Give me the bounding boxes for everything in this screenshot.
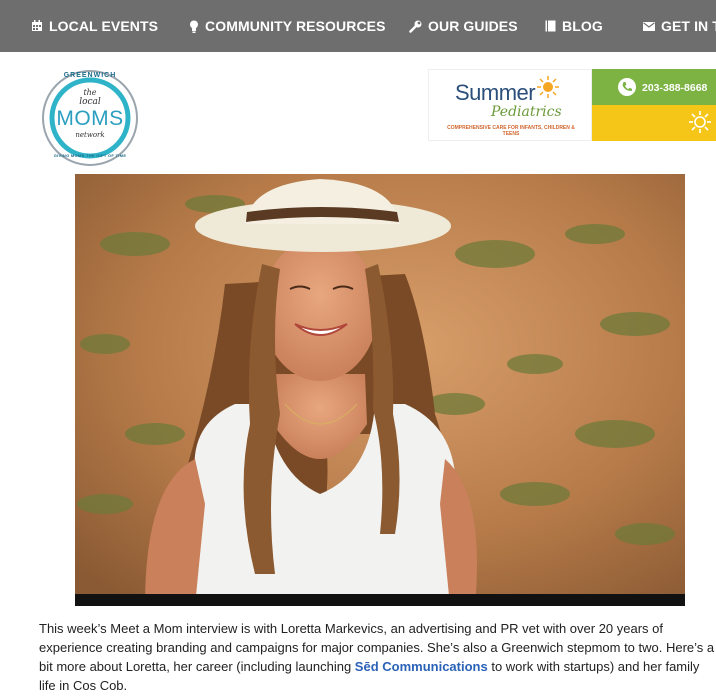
lightbulb-icon	[189, 20, 199, 33]
nav-label: BLOG	[562, 18, 603, 34]
envelope-icon	[643, 21, 655, 31]
article-intro: This week’s Meet a Mom interview is with…	[39, 619, 716, 695]
nav-get-in-touch[interactable]: GET IN TO	[643, 0, 716, 52]
nav-label: LOCAL EVENTS	[49, 18, 159, 34]
nav-label: COMMUNITY RESOURCES	[205, 18, 386, 34]
ad-brand-summer: Summer	[455, 80, 536, 105]
nav-label: GET IN TO	[661, 18, 716, 34]
site-logo[interactable]: GREENWICH the local MOMS network GIVING …	[41, 69, 139, 167]
phone-icon	[618, 78, 636, 96]
nav-blog[interactable]: BLOG	[545, 0, 603, 52]
nav-label: OUR GUIDES	[428, 18, 518, 34]
sun-outline-icon	[688, 110, 712, 139]
nav-community-resources[interactable]: COMMUNITY RESOURCES	[189, 0, 386, 52]
logo-top-text: GREENWICH	[63, 72, 117, 79]
hero-photo	[75, 174, 685, 606]
wrench-icon	[409, 20, 422, 33]
calendar-icon	[31, 20, 43, 32]
sed-communications-link[interactable]: Sēd Communications	[355, 659, 488, 674]
ad-contact-panel: 203-388-8668	[592, 69, 716, 141]
logo-moms: MOMS	[56, 107, 124, 130]
summer-pediatrics-ad[interactable]: Summer Pediatrics COMPREHENSIVE CARE FOR…	[428, 69, 716, 141]
nav-local-events[interactable]: LOCAL EVENTS	[31, 0, 158, 52]
sun-icon	[537, 76, 559, 103]
logo-local: local	[79, 97, 101, 107]
ad-brand-pediatrics: Pediatrics	[491, 104, 562, 120]
ad-brand-panel: Summer Pediatrics COMPREHENSIVE CARE FOR…	[428, 69, 592, 141]
ad-tagline: COMPREHENSIVE CARE FOR INFANTS, CHILDREN…	[447, 125, 575, 137]
logo-network: network	[75, 131, 105, 139]
logo-the: the	[83, 88, 97, 97]
nav-our-guides[interactable]: OUR GUIDES	[409, 0, 518, 52]
book-icon	[545, 20, 556, 32]
ad-phone-number: 203-388-8668	[642, 82, 708, 94]
top-nav: LOCAL EVENTS COMMUNITY RESOURCES OUR GUI…	[0, 0, 716, 52]
logo-bottom-text: GIVING MOMS THE GIFT OF TIME	[53, 153, 127, 158]
hero-bottom-bar	[75, 594, 685, 606]
